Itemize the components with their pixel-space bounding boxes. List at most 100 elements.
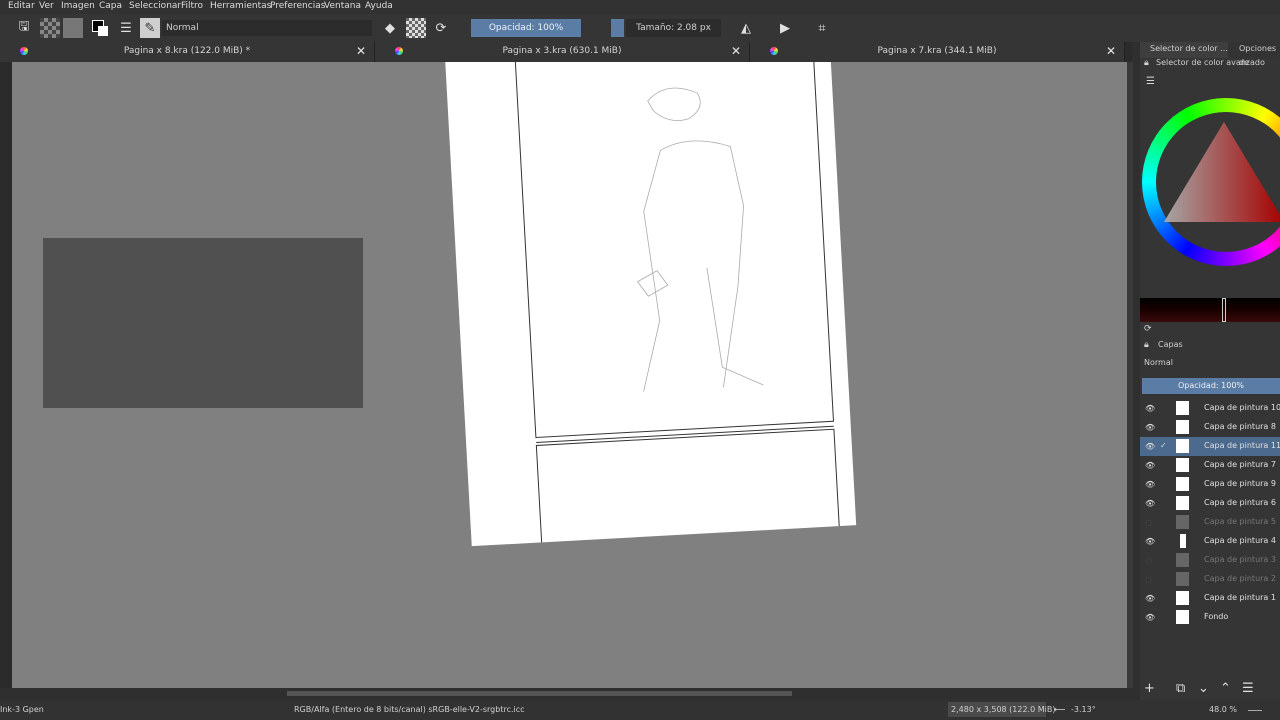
pattern-icon[interactable]: [63, 18, 83, 38]
layer-thumbnail: [1180, 534, 1186, 548]
layer-row[interactable]: 👁 Capa de pintura 4: [1140, 532, 1280, 551]
eye-icon[interactable]: 👁: [1145, 442, 1155, 451]
eye-icon[interactable]: 👁: [1145, 613, 1155, 622]
menu-herramientas[interactable]: Herramientas: [210, 1, 271, 11]
character-sketch: [636, 87, 764, 392]
crop-icon[interactable]: ⌗: [812, 18, 832, 38]
layer-name: Capa de pintura 1: [1204, 593, 1276, 602]
settings-list-icon[interactable]: ☰: [1146, 76, 1155, 87]
eye-icon[interactable]: 👁: [1145, 404, 1155, 413]
image-dimensions[interactable]: 2,480 x 3,508 (122.0 MiB): [951, 705, 1055, 714]
color-triangle[interactable]: [1164, 122, 1280, 252]
layer-row[interactable]: 👁 Capa de pintura 10: [1140, 399, 1280, 418]
comic-panels: [514, 62, 843, 596]
eraser-icon[interactable]: ◆: [380, 18, 400, 38]
save-icon[interactable]: 🖫: [14, 18, 34, 38]
menu-bar: Editar Ver Imagen Capa Seleccionar Filtr…: [0, 0, 1280, 14]
menu-preferencias[interactable]: Preferencias: [270, 1, 325, 11]
brush-settings-icon[interactable]: ☰: [116, 18, 136, 38]
layer-row[interactable]: 👁 Capa de pintura 8: [1140, 418, 1280, 437]
layer-row[interactable]: ◌ Capa de pintura 5: [1140, 513, 1280, 532]
vertical-scrollbar[interactable]: [1127, 62, 1133, 688]
eye-icon[interactable]: 👁: [1145, 499, 1155, 508]
zoom-value[interactable]: 48.0 %: [1209, 705, 1237, 714]
mirror-horizontal-icon[interactable]: ◭: [736, 18, 756, 38]
menu-imagen[interactable]: Imagen: [61, 1, 95, 11]
menu-ver[interactable]: Ver: [39, 1, 54, 11]
refresh-icon[interactable]: ⟳: [1144, 324, 1152, 334]
layer-blend-select[interactable]: Normal: [1144, 358, 1173, 367]
canvas[interactable]: [12, 62, 1127, 688]
reference-image: [43, 238, 363, 408]
horizontal-scrollbar[interactable]: [12, 688, 1127, 700]
move-down-icon[interactable]: ⌄: [1198, 681, 1209, 696]
lock-icon[interactable]: 🔒︎: [1144, 58, 1149, 68]
eye-icon[interactable]: 👁: [1145, 537, 1155, 546]
layer-thumbnail: [1176, 515, 1189, 529]
left-gutter: [0, 62, 12, 688]
color-wheel[interactable]: [1142, 98, 1280, 266]
eye-icon[interactable]: 👁: [1145, 594, 1155, 603]
layer-row[interactable]: 👁 Fondo: [1140, 608, 1280, 627]
menu-ventana[interactable]: Ventana: [324, 1, 361, 11]
close-icon[interactable]: ✕: [731, 44, 741, 58]
menu-capa[interactable]: Capa: [99, 1, 122, 11]
tab-options[interactable]: Opciones de: [1229, 42, 1280, 67]
layer-name: Capa de pintura 9: [1204, 479, 1276, 488]
layer-properties-icon[interactable]: ☰: [1242, 681, 1254, 696]
opacity-slider[interactable]: Opacidad: 100%: [471, 19, 581, 37]
tab-pagina-8[interactable]: Pagina x 8.kra (122.0 MiB) * ✕: [0, 42, 375, 62]
close-icon[interactable]: ✕: [356, 44, 366, 58]
menu-editar[interactable]: Editar: [8, 1, 35, 11]
move-up-icon[interactable]: ⌃: [1220, 681, 1231, 696]
tab-pagina-3[interactable]: Pagina x 3.kra (630.1 MiB) ✕: [375, 42, 750, 62]
tab-color-selector[interactable]: Selector de color ...: [1140, 42, 1228, 58]
layer-opacity-slider[interactable]: Opacidad: 100%: [1142, 378, 1280, 394]
layer-name: Capa de pintura 7: [1204, 460, 1276, 469]
close-icon[interactable]: ✕: [1106, 44, 1116, 58]
eye-closed-icon[interactable]: ◌: [1145, 518, 1152, 527]
add-layer-icon[interactable]: +: [1144, 681, 1155, 696]
brush-name[interactable]: Ink-3 Gpen: [0, 705, 44, 714]
menu-filtro[interactable]: Filtro: [181, 1, 203, 11]
layer-row[interactable]: ◌ Capa de pintura 2: [1140, 570, 1280, 589]
eye-icon[interactable]: 👁: [1145, 461, 1155, 470]
eye-closed-icon[interactable]: ◌: [1145, 556, 1152, 565]
rotate-icon[interactable]: ⟵: [1054, 705, 1065, 714]
tab-label: Pagina x 7.kra (344.1 MiB): [877, 46, 997, 56]
mirror-vertical-icon[interactable]: ▶: [775, 18, 795, 38]
size-slider[interactable]: Tamaño: 2.08 px: [626, 19, 721, 37]
reload-icon[interactable]: ⟳: [431, 18, 451, 38]
layer-row[interactable]: 👁 Capa de pintura 7: [1140, 456, 1280, 475]
blend-mode-select[interactable]: Normal: [162, 20, 372, 36]
duplicate-layer-icon[interactable]: ⧉: [1176, 681, 1185, 696]
layer-name: Fondo: [1204, 612, 1229, 621]
eye-closed-icon[interactable]: ◌: [1145, 575, 1152, 584]
layer-row[interactable]: 👁 Capa de pintura 1: [1140, 589, 1280, 608]
fg-bg-color-icon[interactable]: [90, 18, 110, 38]
layer-row-selected[interactable]: 👁 ✓ Capa de pintura 11: [1140, 437, 1280, 456]
zoom-slider[interactable]: [1248, 710, 1262, 711]
eye-icon[interactable]: 👁: [1145, 423, 1155, 432]
menu-ayuda[interactable]: Ayuda: [365, 1, 393, 11]
layer-name: Capa de pintura 6: [1204, 498, 1276, 507]
layer-row[interactable]: 👁 Capa de pintura 9: [1140, 475, 1280, 494]
lock-icon[interactable]: 🔒︎: [1144, 340, 1149, 350]
tab-pagina-7[interactable]: Pagina x 7.kra (344.1 MiB) ✕: [750, 42, 1125, 62]
scrollbar-thumb[interactable]: [287, 691, 792, 696]
layer-row[interactable]: ◌ Capa de pintura 3: [1140, 551, 1280, 570]
layer-name: Capa de pintura 4: [1204, 536, 1276, 545]
rotation-value[interactable]: -3.13°: [1071, 705, 1096, 714]
layer-thumbnail: [1176, 401, 1189, 415]
drawing-page[interactable]: [442, 62, 857, 596]
menu-seleccionar[interactable]: Seleccionar: [129, 1, 181, 11]
layer-thumbnail: [1176, 610, 1189, 624]
eye-icon[interactable]: 👁: [1145, 480, 1155, 489]
layer-row[interactable]: 👁 Capa de pintura 6: [1140, 494, 1280, 513]
alpha-lock-icon[interactable]: [406, 18, 426, 38]
check-icon[interactable]: ✓: [1160, 441, 1167, 450]
brush-preset-icon[interactable]: ✎: [140, 18, 160, 38]
layer-name: Capa de pintura 3: [1204, 555, 1276, 564]
color-history-bar[interactable]: [1140, 298, 1280, 322]
gradient-icon[interactable]: [40, 18, 60, 38]
